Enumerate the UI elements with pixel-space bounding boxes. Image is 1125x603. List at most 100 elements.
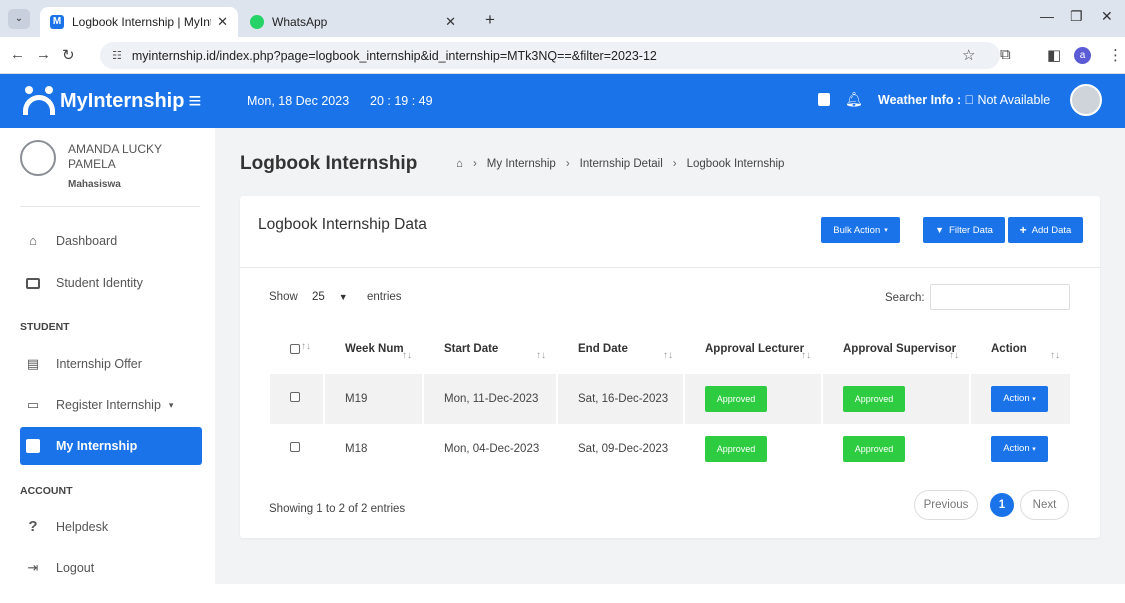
bell-icon[interactable]: 🔔︎ [845, 91, 863, 108]
plus-icon: + [1019, 223, 1027, 237]
form-icon: ▭ [26, 397, 40, 412]
building-icon: ▤ [26, 356, 40, 371]
sidebar-item-helpdesk[interactable]: ? Helpdesk [20, 508, 202, 546]
briefcase-icon [26, 439, 40, 453]
page-title: Logbook Internship [240, 153, 418, 174]
approval-supervisor-badge: Approved [843, 436, 905, 462]
browser-toolbar: ← → ↻ ☷ myinternship.id/index.php?page=l… [0, 37, 1125, 74]
browser-menu-icon[interactable]: ⋮ [1108, 46, 1123, 64]
close-tab-icon[interactable]: ✕ [445, 14, 456, 30]
sort-icon: ↑↓ [663, 350, 673, 361]
extensions-icon[interactable]: ⧉ [1000, 46, 1011, 63]
whatsapp-favicon-icon [250, 15, 264, 29]
myinternship-logo-icon [22, 84, 56, 118]
sidebar-item-label: Dashboard [56, 234, 118, 248]
site-info-icon[interactable]: ☷ [112, 49, 122, 62]
weather-label: Weather Info : [878, 93, 962, 107]
tab-search-button[interactable]: ⌄ [8, 9, 30, 29]
start-date-cell: Mon, 11-Dec-2023 [422, 374, 557, 424]
restore-icon[interactable]: ❐ [1070, 8, 1083, 25]
tab-title: WhatsApp [272, 15, 328, 29]
card-divider [240, 267, 1100, 268]
entries-select[interactable]: 25 ▼ [302, 287, 362, 308]
sidebar-item-label: Helpdesk [56, 520, 109, 534]
search-label: Search: [885, 292, 925, 304]
calendar-icon[interactable] [818, 93, 830, 106]
column-approval-supervisor[interactable]: Approval Supervisor ↑↓ [821, 324, 970, 374]
sidebar-item-logout[interactable]: ⇥ Logout [20, 549, 202, 587]
sidebar-item-label: Internship Offer [56, 357, 142, 371]
weather-value: Not Available [977, 93, 1051, 107]
home-outline-icon[interactable]: ⌂ [456, 158, 463, 170]
pagination-next[interactable]: Next [1020, 490, 1069, 520]
sidebar-item-internship-offer[interactable]: ▤ Internship Offer [20, 345, 202, 383]
week-num-cell: M19 [323, 374, 423, 424]
sort-icon: ↑↓ [402, 350, 412, 361]
browser-tab-logbook[interactable]: M Logbook Internship | MyInterns ✕ [40, 7, 238, 37]
select-all-header[interactable]: ↑↓ [270, 324, 324, 374]
app-brand: MyInternship ≡ [0, 74, 215, 128]
browser-tab-whatsapp[interactable]: WhatsApp ✕ [240, 7, 466, 37]
end-date-cell: Sat, 16-Dec-2023 [556, 374, 684, 424]
column-week-num[interactable]: Week Num ↑↓ [323, 324, 423, 374]
approval-lecturer-badge: Approved [705, 436, 767, 462]
app-topbar: Mon, 18 Dec 2023 20 : 19 : 49 🔔︎ Weather… [215, 74, 1125, 128]
current-time: 20 : 19 : 49 [370, 94, 433, 108]
sidebar-item-label: My Internship [56, 439, 138, 453]
footer [215, 584, 1125, 603]
row-checkbox[interactable] [290, 441, 300, 452]
breadcrumb-current: Logbook Internship [686, 158, 785, 170]
logbook-table: ↑↓ Week Num ↑↓ Start Date ↑↓ End Date ↑↓ Ap… [270, 324, 1070, 474]
minimize-icon[interactable]: — [1040, 8, 1054, 24]
sidebar: AMANDA LUCKY PAMELA Mahasiswa ⌂ Dashboar… [0, 128, 215, 603]
bulk-action-button[interactable]: Bulk Action ▾ [821, 217, 900, 243]
pagination-page-1[interactable]: 1 [990, 493, 1014, 517]
table-row: M19 Mon, 11-Dec-2023 Sat, 16-Dec-2023 Ap… [270, 374, 1070, 424]
id-card-icon [26, 277, 40, 289]
search-input[interactable] [930, 284, 1070, 310]
browser-profile-avatar[interactable]: a [1074, 47, 1091, 64]
close-tab-icon[interactable]: ✕ [217, 14, 228, 30]
browser-tab-bar: ⌄ M Logbook Internship | MyInterns ✕ Wha… [0, 0, 1125, 37]
forward-icon[interactable]: → [36, 46, 51, 63]
profile-avatar [20, 140, 56, 176]
breadcrumb-internship-detail[interactable]: Internship Detail [580, 158, 663, 170]
table-header-row: ↑↓ Week Num ↑↓ Start Date ↑↓ End Date ↑↓ Ap… [270, 324, 1070, 374]
select-all-checkbox[interactable] [290, 344, 300, 354]
end-date-cell: Sat, 09-Dec-2023 [556, 424, 684, 474]
column-end-date[interactable]: End Date ↑↓ [556, 324, 684, 374]
filter-data-button[interactable]: ▼ Filter Data [923, 217, 1005, 243]
hamburger-menu-icon[interactable]: ≡ [188, 88, 201, 114]
card-title: Logbook Internship Data [258, 216, 427, 233]
reload-icon[interactable]: ↻ [62, 46, 75, 64]
column-approval-lecturer[interactable]: Approval Lecturer ↑↓ [683, 324, 822, 374]
sidebar-item-my-internship[interactable]: My Internship [20, 427, 202, 465]
logout-icon: ⇥ [27, 560, 39, 575]
column-start-date[interactable]: Start Date ↑↓ [422, 324, 557, 374]
breadcrumb-my-internship[interactable]: My Internship [487, 158, 556, 170]
row-checkbox[interactable] [290, 391, 300, 402]
column-action[interactable]: Action ↑↓ [969, 324, 1070, 374]
question-icon: ? [28, 518, 38, 535]
url-bar[interactable]: ☷ myinternship.id/index.php?page=logbook… [100, 42, 1000, 69]
side-panel-icon[interactable]: ◧ [1047, 46, 1061, 64]
chevron-down-icon: ▾ [168, 399, 174, 410]
sidebar-item-register-internship[interactable]: ▭ Register Internship ▾ [20, 386, 202, 424]
add-data-button[interactable]: + Add Data [1008, 217, 1083, 243]
close-window-icon[interactable]: ✕ [1101, 8, 1113, 25]
sidebar-item-dashboard[interactable]: ⌂ Dashboard [20, 222, 202, 260]
current-date: Mon, 18 Dec 2023 [247, 94, 350, 108]
bookmark-star-icon[interactable]: ☆ [962, 46, 975, 64]
table-info: Showing 1 to 2 of 2 entries [269, 503, 406, 515]
sidebar-item-student-identity[interactable]: Student Identity [20, 264, 202, 302]
back-icon[interactable]: ← [10, 46, 25, 63]
row-action-button[interactable]: Action ▾ [991, 436, 1048, 462]
new-tab-icon[interactable]: + [485, 10, 495, 30]
pagination-previous[interactable]: Previous [914, 490, 978, 520]
sidebar-item-label: Student Identity [56, 276, 143, 290]
row-action-button[interactable]: Action ▾ [991, 386, 1048, 412]
approval-lecturer-badge: Approved [705, 386, 767, 412]
profile-role: Mahasiswa [68, 179, 121, 190]
brand-name: MyInternship [60, 89, 185, 112]
user-avatar[interactable] [1070, 84, 1102, 116]
